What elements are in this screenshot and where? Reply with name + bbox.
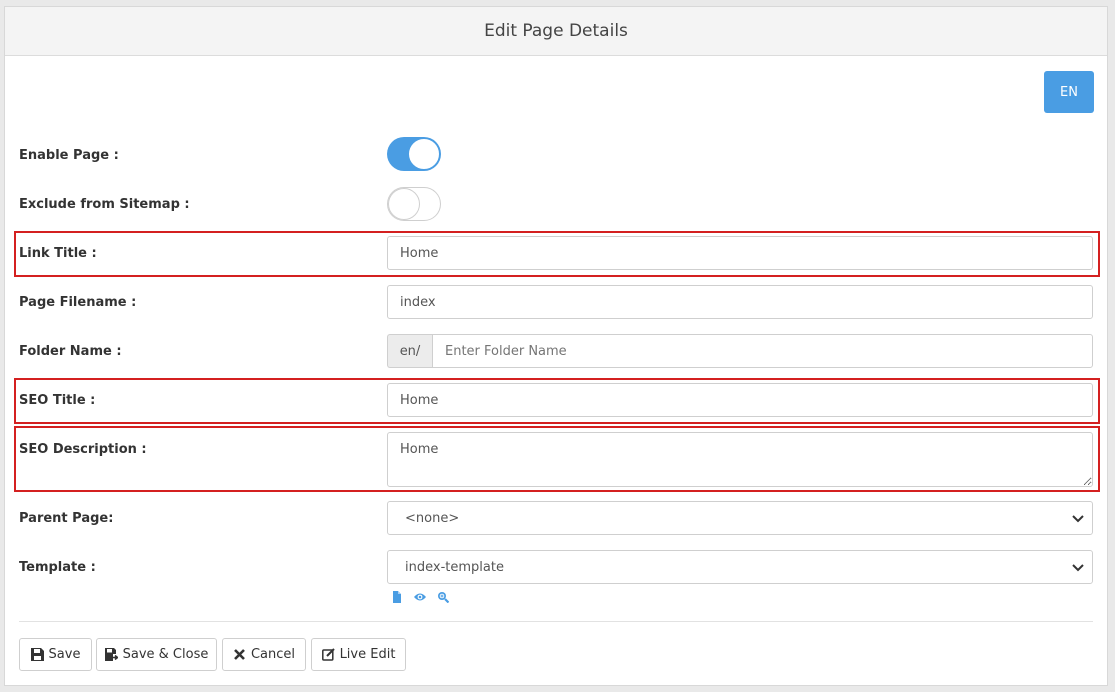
save-button[interactable]: Save [19,638,92,671]
exclude-sitemap-label: Exclude from Sitemap : [19,197,190,212]
parent-page-select[interactable]: <none> [387,501,1093,535]
chevron-down-icon [1072,564,1084,572]
footer-divider [19,621,1093,622]
cancel-button[interactable]: Cancel [222,638,306,671]
language-button[interactable]: EN [1044,71,1094,113]
live-edit-label: Live Edit [339,647,396,662]
parent-page-label: Parent Page: [19,511,114,526]
folder-name-label: Folder Name : [19,344,122,359]
edit-icon [321,648,335,661]
save-close-button[interactable]: Save & Close [96,638,217,671]
seo-title-input[interactable] [387,383,1093,417]
template-actions [391,588,450,604]
page-filename-label: Page Filename : [19,295,137,310]
save-icon [30,648,44,661]
chevron-down-icon [1072,515,1084,523]
file-icon[interactable] [391,588,403,603]
seo-title-label: SEO Title : [19,393,96,408]
zoom-icon[interactable] [437,588,450,604]
cancel-label: Cancel [250,647,296,662]
save-close-icon [104,648,118,661]
enable-page-label: Enable Page : [19,148,119,163]
toggle-knob [388,188,420,220]
seo-description-label: SEO Description : [19,442,147,457]
seo-description-textarea[interactable]: Home [387,432,1093,487]
toggle-knob [408,138,440,170]
template-value: index-template [405,559,504,575]
template-label: Template : [19,560,96,575]
edit-page-dialog: Edit Page Details EN Enable Page : Exclu… [4,6,1108,686]
enable-page-toggle[interactable] [387,137,441,171]
dialog-title: Edit Page Details [5,7,1107,56]
folder-name-input[interactable] [432,334,1093,368]
link-title-label: Link Title : [19,246,97,261]
save-close-label: Save & Close [122,647,209,662]
parent-page-value: <none> [405,510,460,526]
live-edit-button[interactable]: Live Edit [311,638,406,671]
save-label: Save [48,647,81,662]
page-filename-input[interactable] [387,285,1093,319]
exclude-sitemap-toggle[interactable] [387,187,441,221]
folder-prefix: en/ [387,334,432,368]
eye-icon[interactable] [413,588,427,601]
link-title-input[interactable] [387,236,1093,270]
template-select[interactable]: index-template [387,550,1093,584]
close-icon [234,649,245,660]
